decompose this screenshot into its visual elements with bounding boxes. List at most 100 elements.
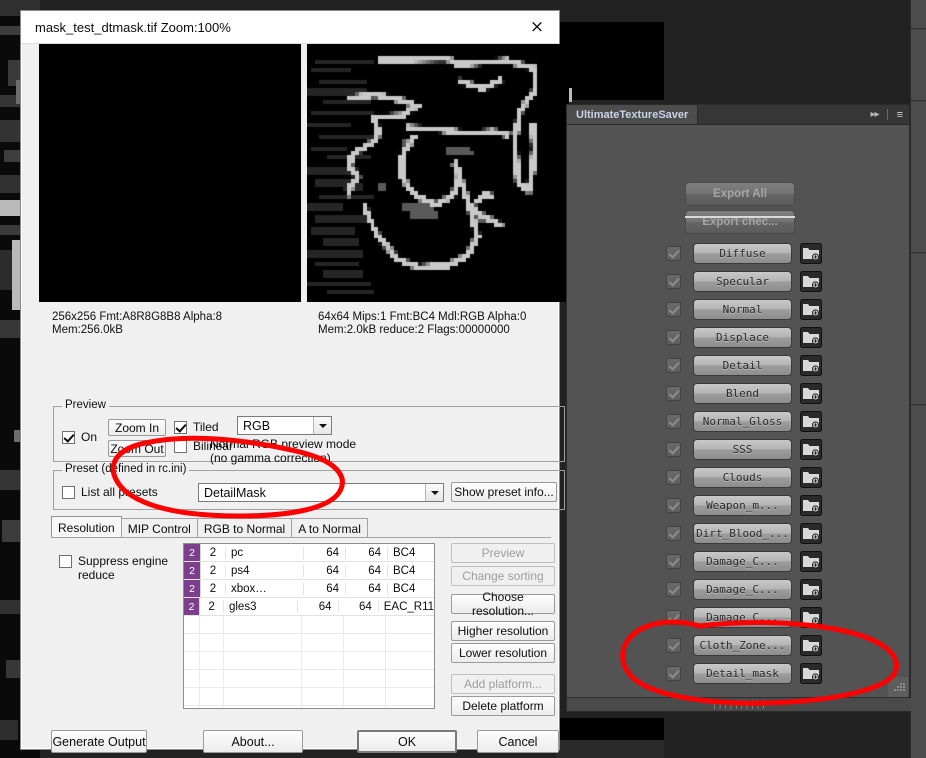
texture-slot-checkbox[interactable]: [666, 470, 681, 485]
texture-slot-button[interactable]: Displace: [693, 327, 792, 348]
lower-resolution-button[interactable]: Lower resolution: [451, 643, 555, 663]
folder-add-icon[interactable]: [800, 523, 822, 544]
tab-a-to-normal[interactable]: A to Normal: [291, 518, 368, 538]
chevron-down-icon[interactable]: [313, 417, 331, 434]
zoom-in-button[interactable]: Zoom In: [108, 419, 166, 436]
texture-slot-checkbox[interactable]: [666, 414, 681, 429]
resolution-table[interactable]: 2 2 pc 64 64 BC4 2 2 ps4 64 64 BC4 2 2 xbox… 64 64 BC4 2 2 g…: [183, 543, 435, 709]
folder-add-icon[interactable]: [800, 383, 822, 404]
texture-slot-checkbox[interactable]: [666, 274, 681, 289]
panel-divider: [685, 216, 795, 218]
preview-mode-combo[interactable]: RGB: [237, 416, 332, 435]
texture-slot-checkbox[interactable]: [666, 526, 681, 541]
texture-slot-button[interactable]: Damage_C...: [693, 579, 792, 600]
folder-add-icon[interactable]: [800, 467, 822, 488]
table-row[interactable]: 2 2 pc 64 64 BC4: [184, 544, 434, 562]
suppress-engine-reduce-checkbox[interactable]: Suppress engine reduce: [59, 554, 177, 582]
folder-add-icon[interactable]: [800, 355, 822, 376]
folder-add-icon[interactable]: [800, 243, 822, 264]
folder-add-icon[interactable]: [800, 663, 822, 684]
texture-slot-button[interactable]: Damage_C...: [693, 607, 792, 628]
texture-slot-checkbox[interactable]: [666, 302, 681, 317]
texture-slot-checkbox[interactable]: [666, 582, 681, 597]
texture-slot-checkbox[interactable]: [666, 610, 681, 625]
folder-add-icon[interactable]: [800, 439, 822, 460]
export-checked-button[interactable]: Export chec...: [685, 210, 795, 234]
tab-resolution[interactable]: Resolution: [51, 516, 122, 538]
folder-add-icon[interactable]: [800, 635, 822, 656]
table-row[interactable]: 2 2 ps4 64 64 BC4: [184, 562, 434, 580]
canvas-doc-top: [556, 22, 664, 100]
settings-tabstrip: Resolution MIP Control RGB to Normal A to N…: [51, 516, 551, 538]
texture-slot-checkbox[interactable]: [666, 554, 681, 569]
texture-slot-button[interactable]: Detail_mask: [693, 663, 792, 684]
generate-output-button[interactable]: Generate Output: [51, 730, 147, 753]
table-row[interactable]: 2 2 gles3 64 64 EAC_R11: [184, 598, 434, 616]
texture-slot-button[interactable]: Diffuse: [693, 243, 792, 264]
cell-mip: 2: [201, 582, 226, 595]
texture-slot-button[interactable]: Damage_C...: [693, 551, 792, 572]
zoom-out-button[interactable]: Zoom Out: [108, 440, 166, 457]
panel-bottom-grip[interactable]: ||||||||||: [567, 697, 911, 711]
texture-slot-checkbox[interactable]: [666, 638, 681, 653]
choose-resolution-button[interactable]: Choose resolution...: [451, 590, 555, 618]
panel-resize-grip[interactable]: [888, 677, 908, 697]
texture-slot-checkbox[interactable]: [666, 386, 681, 401]
folder-add-icon[interactable]: [800, 495, 822, 516]
folder-add-icon[interactable]: [800, 327, 822, 348]
cancel-button[interactable]: Cancel: [477, 730, 559, 753]
show-preset-info-button[interactable]: Show preset info...: [451, 482, 557, 502]
texture-slot-checkbox[interactable]: [666, 498, 681, 513]
about-button[interactable]: About...: [203, 730, 303, 753]
preview-image-source[interactable]: [39, 44, 301, 302]
texture-slot-checkbox[interactable]: [666, 358, 681, 373]
close-icon[interactable]: ×: [521, 13, 553, 41]
photoshop-dock-strip[interactable]: [910, 0, 926, 758]
texture-slot-row: Clouds: [567, 467, 909, 489]
chevron-down-icon[interactable]: [425, 484, 443, 501]
folder-add-icon[interactable]: [800, 411, 822, 432]
preview-on-checkbox[interactable]: On: [62, 430, 97, 444]
tab-ultimatetexturesaver[interactable]: UltimateTextureSaver: [567, 105, 699, 124]
texture-slot-button[interactable]: Dirt_Blood_...: [693, 523, 792, 544]
table-empty-row: [184, 634, 434, 652]
folder-add-icon[interactable]: [800, 271, 822, 292]
export-all-button[interactable]: Export All: [685, 182, 795, 206]
table-row[interactable]: 2 2 xbox… 64 64 BC4: [184, 580, 434, 598]
tab-mip-control[interactable]: MIP Control: [120, 518, 198, 538]
texture-slot-button[interactable]: Weapon_m...: [693, 495, 792, 516]
folder-add-icon[interactable]: [800, 551, 822, 572]
texture-slot-button[interactable]: Cloth_Zone...: [693, 635, 792, 656]
texture-slot-row: Damage_C...: [567, 551, 909, 573]
panel-body: Export All Export chec... Diffuse Specula…: [567, 125, 909, 698]
texture-slot-button[interactable]: Specular: [693, 271, 792, 292]
cell-format: BC4: [393, 546, 416, 559]
tiled-checkbox[interactable]: Tiled: [174, 420, 219, 434]
tab-rgb-to-normal[interactable]: RGB to Normal: [196, 518, 293, 538]
texture-slot-button[interactable]: Normal: [693, 299, 792, 320]
delete-platform-button[interactable]: Delete platform: [451, 696, 555, 716]
ultimate-texture-saver-panel: UltimateTextureSaver ▸▸ ≡ Export All Exp…: [566, 104, 911, 712]
ok-button[interactable]: OK: [357, 730, 457, 753]
collapse-panel-icon[interactable]: ▸▸: [866, 105, 884, 124]
list-all-presets-checkbox[interactable]: List all presets: [62, 485, 158, 499]
folder-add-icon[interactable]: [800, 299, 822, 320]
texture-slot-checkbox[interactable]: [666, 246, 681, 261]
texture-slot-button[interactable]: Detail: [693, 355, 792, 376]
preview-image-compressed[interactable]: [307, 44, 569, 302]
higher-resolution-button[interactable]: Higher resolution: [451, 621, 555, 641]
texture-slot-checkbox[interactable]: [666, 330, 681, 345]
texture-slot-button[interactable]: Normal_Gloss: [693, 411, 792, 432]
folder-add-icon[interactable]: [800, 579, 822, 600]
preset-combo[interactable]: DetailMask: [198, 483, 444, 502]
texture-slot-button[interactable]: Clouds: [693, 467, 792, 488]
texture-slot-checkbox[interactable]: [666, 666, 681, 681]
texture-slot-button[interactable]: SSS: [693, 439, 792, 460]
texture-slot-checkbox[interactable]: [666, 442, 681, 457]
panel-tabbar: UltimateTextureSaver ▸▸ ≡: [567, 105, 909, 125]
cell-format: BC4: [393, 564, 416, 577]
folder-add-icon[interactable]: [800, 607, 822, 628]
table-empty-row: [184, 670, 434, 688]
panel-menu-icon[interactable]: ≡: [891, 105, 909, 124]
texture-slot-button[interactable]: Blend: [693, 383, 792, 404]
